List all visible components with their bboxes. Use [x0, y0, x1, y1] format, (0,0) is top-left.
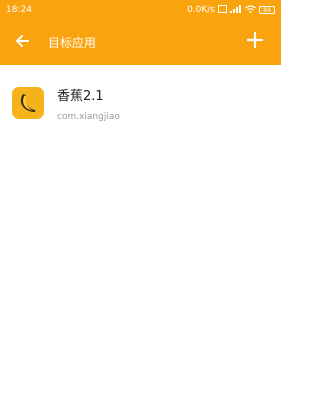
list-item[interactable]: 香蕉2.1 com.xiangjiao	[0, 73, 281, 133]
status-time: 18:24	[6, 5, 32, 15]
plus-icon	[246, 31, 264, 52]
page-title: 目标应用	[48, 36, 97, 50]
battery-icon: 84	[259, 6, 275, 14]
app-bar: 目标应用	[0, 20, 281, 65]
app-package: com.xiangjiao	[57, 112, 120, 122]
app-list: 香蕉2.1 com.xiangjiao	[0, 65, 281, 133]
app-name: 香蕉2.1	[57, 89, 104, 104]
network-speed: 0.0K/s	[187, 5, 215, 15]
status-icons: 0.0K/s 84	[187, 4, 275, 16]
wifi-icon	[245, 4, 256, 16]
banana-icon	[12, 87, 44, 119]
arrow-left-icon	[14, 33, 30, 53]
back-button[interactable]	[6, 27, 38, 59]
signal-icon	[230, 4, 242, 16]
add-button[interactable]	[239, 26, 271, 58]
app-texts: 香蕉2.1 com.xiangjiao	[57, 85, 120, 122]
status-bar: 18:24 0.0K/s 84	[0, 0, 281, 20]
sim-icon	[218, 4, 227, 16]
